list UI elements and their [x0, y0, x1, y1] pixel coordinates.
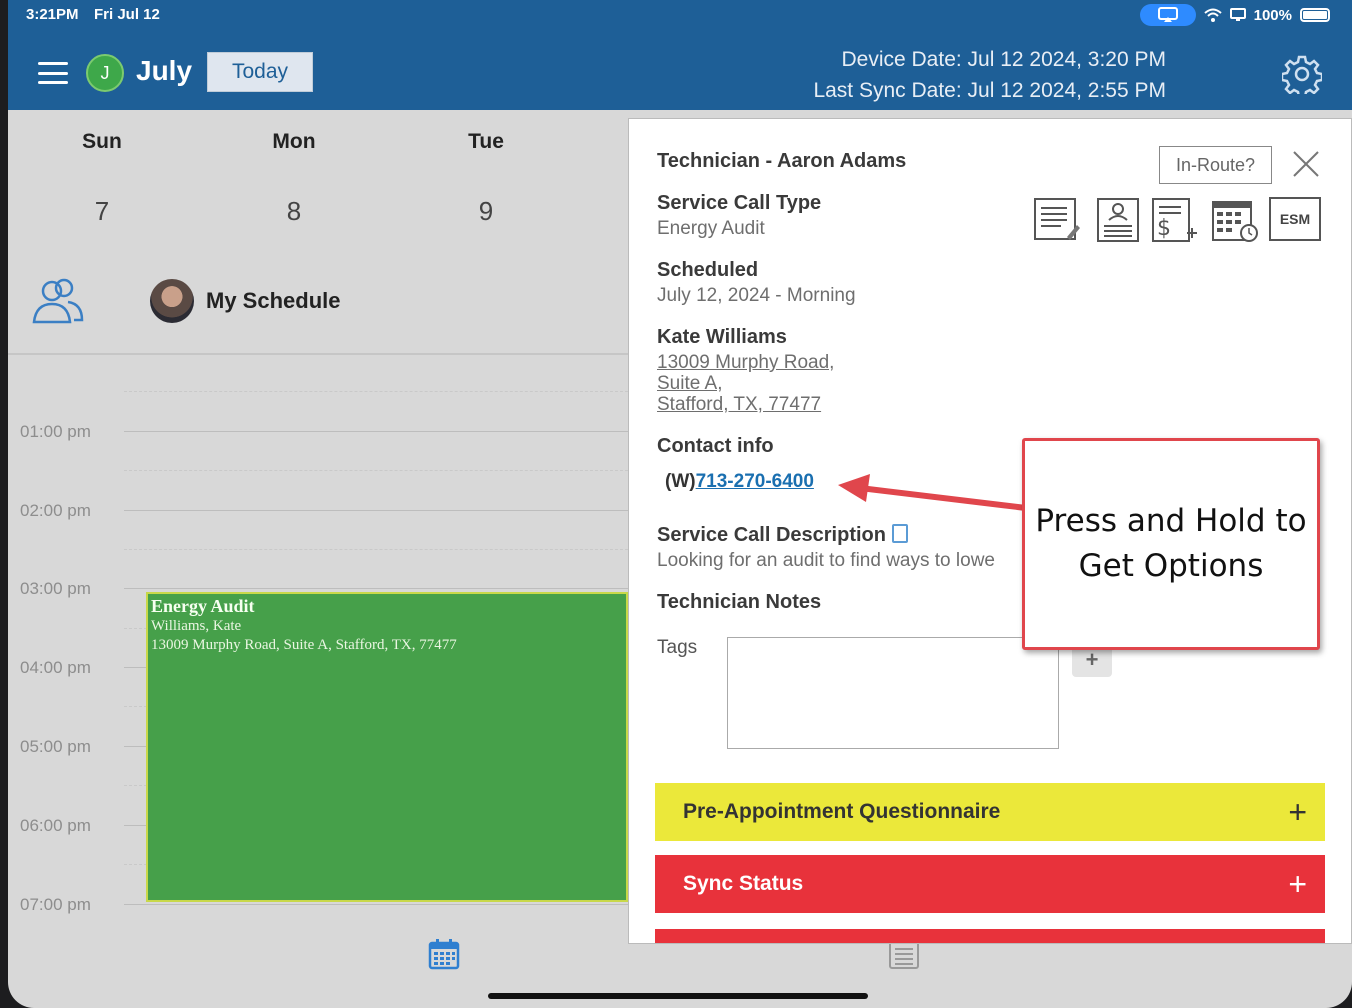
scheduled-value: July 12, 2024 - Morning [657, 285, 856, 306]
technicians-icon[interactable] [30, 276, 86, 326]
phone-type: (W) [665, 471, 696, 492]
user-avatar[interactable]: J [86, 54, 124, 92]
customer-profile-icon[interactable] [1095, 197, 1143, 243]
section-label: Pre-Appointment Questionnaire [683, 800, 1001, 823]
description-label: Service Call Description [657, 524, 886, 546]
in-route-button[interactable]: In-Route? [1159, 146, 1272, 184]
expand-plus-icon[interactable]: + [1288, 868, 1307, 900]
last-sync-date: Last Sync Date: Jul 12 2024, 2:55 PM [813, 79, 1166, 102]
cast-icon [1229, 8, 1246, 21]
calendar-tab-icon[interactable] [428, 938, 460, 970]
home-indicator[interactable] [488, 993, 868, 999]
description-label-row: Service Call Description [657, 524, 908, 547]
day-name-mon: Mon [272, 130, 316, 153]
svg-text:$: $ [1157, 216, 1171, 241]
esm-button[interactable]: ESM [1269, 197, 1321, 241]
app-header: 3:21PM Fri Jul 12 100% J July Today Devi… [8, 0, 1352, 110]
battery-percent: 100% [1253, 6, 1292, 24]
time-label: 04:00 pm [20, 658, 91, 677]
day-num-7[interactable]: 7 [42, 196, 162, 227]
day-name-tue: Tue [468, 130, 504, 153]
device-date: Device Date: Jul 12 2024, 3:20 PM [841, 48, 1166, 71]
time-label: 01:00 pm [20, 422, 91, 441]
my-schedule-title[interactable]: My Schedule [206, 288, 340, 314]
pre-appointment-questionnaire-section[interactable]: Pre-Appointment Questionnaire + [655, 783, 1325, 841]
divider [8, 353, 628, 355]
calendar-event[interactable]: Energy Audit Williams, Kate 13009 Murphy… [146, 592, 628, 902]
time-label: 02:00 pm [20, 501, 91, 520]
day-num-8[interactable]: 8 [234, 196, 354, 227]
section-label: Sync Status [683, 872, 804, 895]
description-text: Looking for an audit to find ways to low… [657, 550, 995, 571]
hour-line [124, 510, 628, 511]
status-date: Fri Jul 12 [94, 6, 160, 23]
address-line3-link[interactable]: Stafford, TX, 77477 [657, 394, 821, 415]
add-invoice-icon[interactable]: $ [1151, 197, 1199, 243]
address-line1-link[interactable]: 13009 Murphy Road, [657, 352, 834, 373]
callout-line1: Press and Hold to [1035, 503, 1307, 539]
address-line2-link[interactable]: Suite A, [657, 373, 723, 394]
next-section-partial[interactable] [655, 929, 1325, 943]
day-name-sun: Sun [82, 130, 122, 153]
annotation-callout: Press and Hold to Get Options [1022, 438, 1320, 650]
hour-line [124, 588, 628, 589]
time-label: 07:00 pm [20, 895, 91, 914]
status-indicators: 100% [1139, 4, 1330, 26]
month-title[interactable]: July [136, 55, 192, 87]
hour-line [124, 431, 628, 432]
sync-info: Device Date: Jul 12 2024, 3:20 PM Last S… [813, 44, 1166, 106]
wifi-icon [1203, 8, 1222, 22]
event-address: 13009 Murphy Road, Suite A, Stafford, TX… [151, 637, 457, 653]
technician-avatar[interactable] [150, 279, 194, 323]
close-icon[interactable] [1291, 149, 1321, 179]
customer-name: Kate Williams [657, 326, 787, 348]
half-hour-line [124, 391, 628, 392]
time-label: 03:00 pm [20, 579, 91, 598]
tags-input[interactable] [727, 637, 1059, 749]
screen-mirroring-icon [1139, 4, 1196, 26]
today-button[interactable]: Today [207, 52, 313, 92]
service-call-type-label: Service Call Type [657, 192, 822, 214]
technician-notes-label[interactable]: Technician Notes [657, 591, 821, 614]
time-label: 05:00 pm [20, 737, 91, 756]
technician-name: Technician - Aaron Adams [657, 150, 907, 172]
week-header: Sun 7 Mon 8 Tue 9 [8, 110, 628, 355]
phone-link[interactable]: 713-270-6400 [696, 471, 814, 492]
status-time: 3:21PM [26, 6, 79, 23]
scheduled-label: Scheduled [657, 259, 759, 281]
sync-status-section[interactable]: Sync Status + [655, 855, 1325, 913]
battery-icon [1300, 8, 1330, 22]
expand-plus-icon[interactable]: + [1288, 796, 1307, 828]
list-tab-icon[interactable] [888, 940, 920, 970]
hour-line [124, 904, 628, 905]
day-num-9[interactable]: 9 [426, 196, 546, 227]
settings-gear-icon[interactable] [1282, 54, 1322, 94]
half-hour-line [124, 470, 628, 471]
phone-row: (W)713-270-6400 [665, 471, 814, 493]
event-customer: Williams, Kate [151, 618, 242, 634]
event-title: Energy Audit [151, 596, 255, 616]
half-hour-line [124, 549, 628, 550]
annotation-arrow [838, 474, 1027, 511]
schedule-calendar-icon[interactable] [1211, 197, 1259, 243]
menu-icon[interactable] [38, 62, 68, 84]
edit-form-icon[interactable] [1033, 197, 1081, 243]
contact-info-label: Contact info [657, 435, 774, 457]
time-label: 06:00 pm [20, 816, 91, 835]
document-icon[interactable] [891, 524, 908, 543]
service-call-type-value: Energy Audit [657, 218, 765, 239]
tags-label: Tags [657, 637, 698, 658]
callout-line2: Get Options [1078, 548, 1264, 584]
